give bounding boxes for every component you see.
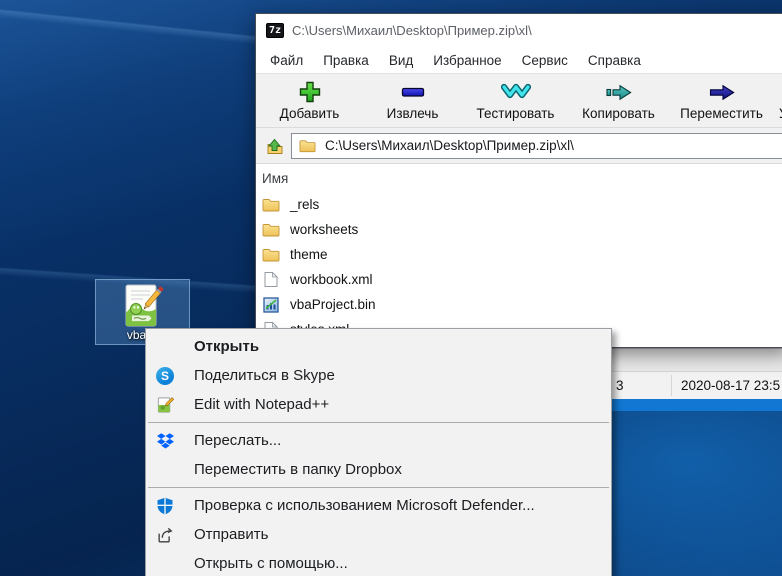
title-bar: 7z C:\Users\Михаил\Desktop\Пример.zip\xl… bbox=[256, 14, 782, 47]
folder-icon bbox=[299, 139, 316, 152]
no-icon bbox=[156, 461, 174, 479]
folder-icon bbox=[261, 198, 281, 212]
desktop: 3 2020-08-17 23:5 vbaPr 7z C:\Users\Миха… bbox=[0, 0, 782, 576]
menu-item-defender-scan[interactable]: Проверка с использованием Microsoft Defe… bbox=[146, 491, 611, 520]
no-icon bbox=[156, 338, 174, 356]
toolbar: Добавить Извлечь Тестировать Копировать … bbox=[256, 73, 782, 127]
menu-separator bbox=[148, 422, 609, 423]
list-item-theme[interactable]: theme bbox=[256, 242, 782, 267]
menu-item-open-with[interactable]: Открыть с помощью... bbox=[146, 549, 611, 576]
vba-bin-icon bbox=[261, 296, 281, 313]
share-icon bbox=[156, 526, 174, 544]
address-path: C:\Users\Михаил\Desktop\Пример.zip\xl\ bbox=[325, 138, 574, 153]
menu-help[interactable]: Справка bbox=[578, 50, 651, 71]
folder-up-icon bbox=[267, 138, 283, 154]
file-size-partial: 3 bbox=[616, 378, 624, 393]
dropbox-icon bbox=[156, 432, 174, 450]
seven-zip-app-icon: 7z bbox=[266, 23, 284, 38]
folder-icon bbox=[261, 248, 281, 262]
menu-bar: Файл Правка Вид Избранное Сервис Справка bbox=[256, 47, 782, 73]
notepadpp-document-icon bbox=[125, 284, 164, 327]
address-bar: C:\Users\Михаил\Desktop\Пример.zip\xl\ bbox=[256, 127, 782, 163]
move-arrow-icon bbox=[709, 79, 735, 105]
menu-tools[interactable]: Сервис bbox=[512, 50, 578, 71]
extract-button[interactable]: Извлечь bbox=[361, 79, 464, 127]
file-list: Имя _rels worksheets theme workbook.xml … bbox=[256, 163, 782, 347]
file-date-partial: 2020-08-17 23:5 bbox=[681, 378, 781, 393]
list-item-vbaproject-bin[interactable]: vbaProject.bin bbox=[256, 292, 782, 317]
column-separator bbox=[671, 375, 672, 396]
column-header-name[interactable]: Имя bbox=[256, 164, 782, 192]
copy-arrow-icon bbox=[605, 79, 632, 105]
address-combobox[interactable]: C:\Users\Михаил\Desktop\Пример.zip\xl\ bbox=[291, 132, 782, 159]
list-item-worksheets[interactable]: worksheets bbox=[256, 217, 782, 242]
test-button[interactable]: Тестировать bbox=[464, 79, 567, 127]
move-button[interactable]: Переместить bbox=[670, 79, 773, 127]
skype-icon: S bbox=[156, 366, 174, 385]
menu-item-edit-notepadpp[interactable]: Edit with Notepad++ bbox=[146, 390, 611, 419]
add-plus-icon bbox=[298, 79, 322, 105]
menu-item-open[interactable]: Открыть bbox=[146, 332, 611, 361]
menu-item-send-to[interactable]: Отправить bbox=[146, 520, 611, 549]
delete-button-partial[interactable]: У bbox=[773, 79, 782, 127]
list-item-workbook-xml[interactable]: workbook.xml bbox=[256, 267, 782, 292]
menu-item-share-skype[interactable]: S Поделиться в Skype bbox=[146, 361, 611, 390]
context-menu: Открыть S Поделиться в Skype Edit with N… bbox=[145, 328, 612, 576]
menu-edit[interactable]: Правка bbox=[313, 50, 379, 71]
up-directory-button[interactable] bbox=[261, 133, 287, 159]
menu-file[interactable]: Файл bbox=[260, 50, 313, 71]
menu-favorites[interactable]: Избранное bbox=[423, 50, 511, 71]
file-icon bbox=[261, 271, 281, 288]
menu-view[interactable]: Вид bbox=[379, 50, 423, 71]
extract-minus-icon bbox=[401, 79, 425, 105]
seven-zip-window: 7z C:\Users\Михаил\Desktop\Пример.zip\xl… bbox=[255, 13, 782, 348]
menu-separator bbox=[148, 487, 609, 488]
notepadpp-icon bbox=[156, 396, 174, 414]
defender-shield-icon bbox=[156, 497, 174, 515]
test-check-icon bbox=[500, 79, 531, 105]
folder-icon bbox=[261, 223, 281, 237]
menu-item-dropbox-move[interactable]: Переместить в папку Dropbox bbox=[146, 455, 611, 484]
list-item-rels[interactable]: _rels bbox=[256, 192, 782, 217]
copy-button[interactable]: Копировать bbox=[567, 79, 670, 127]
menu-item-dropbox-send[interactable]: Переслать... bbox=[146, 426, 611, 455]
window-title: C:\Users\Михаил\Desktop\Пример.zip\xl\ bbox=[292, 23, 532, 38]
add-button[interactable]: Добавить bbox=[258, 79, 361, 127]
no-icon bbox=[156, 555, 174, 573]
